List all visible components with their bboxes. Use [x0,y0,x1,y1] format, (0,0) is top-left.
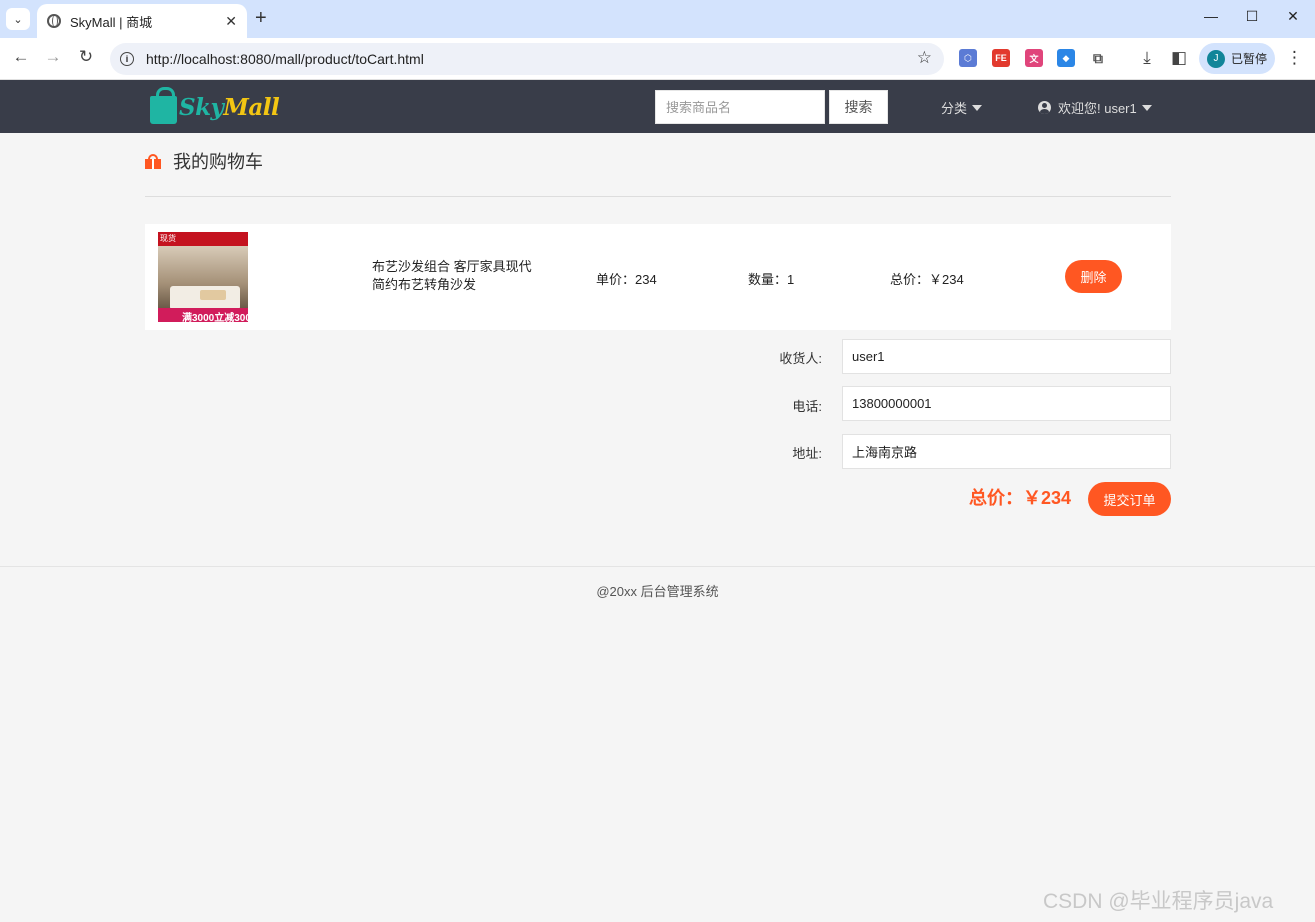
item-subtotal: 总价：￥234 [890,272,964,287]
globe-icon [47,14,61,28]
extension-hexagon-icon[interactable]: ⬡ [959,49,977,67]
forward-arrow-icon[interactable]: → [42,47,64,67]
page-title-text: 我的购物车 [173,152,263,172]
back-arrow-icon[interactable]: ← [10,47,32,67]
extensions-puzzle-icon[interactable]: ⧉ [1089,49,1107,67]
extension-shield-icon[interactable]: ◆ [1057,49,1075,67]
site-header: SkyMall 搜索 分类 欢迎您! user1 [0,80,1315,133]
title-divider [145,196,1171,197]
footer-text: @20xx 后台管理系统 [596,584,719,599]
thumbnail-promo: 满3000立减300 [182,313,248,322]
shopping-bag-icon [150,87,177,124]
watermark: CSDN @毕业程序员java [1043,890,1274,913]
browser-tab[interactable]: SkyMall | 商城 ✕ [37,4,247,38]
minimize-icon[interactable]: — [1201,8,1221,24]
cart-item-row: 现货 满3000立减300 布艺沙发组合 客厅家具现代简约布艺转角沙发 单价：2… [145,224,1171,330]
address-label: 地址: [792,446,822,461]
submit-order-button[interactable]: 提交订单 [1088,482,1171,516]
nav-user-menu[interactable]: 欢迎您! user1 [1038,98,1152,117]
phone-label: 电话: [792,399,822,414]
url-text: http://localhost:8080/mall/product/toCar… [146,51,424,67]
maximize-icon[interactable]: ☐ [1242,8,1262,25]
footer-divider [0,566,1315,567]
side-panel-icon[interactable]: ◧ [1168,48,1190,68]
thumbnail-badge: 现货 [160,234,176,243]
download-icon[interactable]: ⤓ [1136,48,1158,68]
page-title: 我的购物车 [145,148,263,174]
tab-close-icon[interactable]: ✕ [225,13,237,30]
new-tab-plus-icon[interactable]: + [255,7,267,30]
order-total: 总价：￥234 [969,488,1072,508]
extension-translate-icon[interactable]: 文 [1025,49,1043,67]
profile-status: 已暂停 [1231,52,1268,66]
product-name[interactable]: 布艺沙发组合 客厅家具现代简约布艺转角沙发 [372,258,537,294]
receiver-label: 收货人: [779,351,822,366]
site-info-icon[interactable]: i [120,52,134,66]
browser-toolbar: ← → ↻ i http://localhost:8080/mall/produ… [0,38,1315,80]
window-close-icon[interactable]: ✕ [1283,8,1303,25]
nav-category-menu[interactable]: 分类 [941,98,983,117]
delete-button[interactable]: 删除 [1065,260,1122,293]
logo-text: SkyMall [179,93,280,121]
caret-down-icon [972,104,983,111]
reload-icon[interactable]: ↻ [75,47,97,67]
user-greeting: 欢迎您! user1 [1058,101,1137,116]
product-thumbnail[interactable]: 现货 满3000立减300 [158,232,248,322]
extension-fe-icon[interactable]: FE [992,49,1010,67]
nav-category-label: 分类 [941,101,968,116]
profile-avatar: J [1207,49,1225,68]
quantity: 数量：1 [748,272,795,287]
address-bar[interactable]: i http://localhost:8080/mall/product/toC… [110,43,944,75]
profile-button[interactable]: J 已暂停 [1199,43,1275,74]
receiver-input[interactable] [842,339,1171,374]
browser-menu-icon[interactable]: ⋮ [1286,48,1303,68]
address-input[interactable] [842,434,1171,469]
tab-search-chevron-icon[interactable]: ⌄ [6,8,30,30]
gift-icon [145,153,161,169]
skymall-logo[interactable]: SkyMall [150,87,280,126]
browser-tab-bar: ⌄ SkyMall | 商城 ✕ + — ☐ ✕ [0,0,1315,38]
unit-price: 单价：234 [596,272,657,287]
caret-down-icon [1141,104,1152,111]
user-circle-icon [1038,101,1051,114]
search-input[interactable] [655,90,825,124]
search-button[interactable]: 搜索 [829,90,888,124]
bookmark-star-icon[interactable]: ☆ [917,48,932,68]
tab-title: SkyMall | 商城 [70,14,153,30]
phone-input[interactable] [842,386,1171,421]
